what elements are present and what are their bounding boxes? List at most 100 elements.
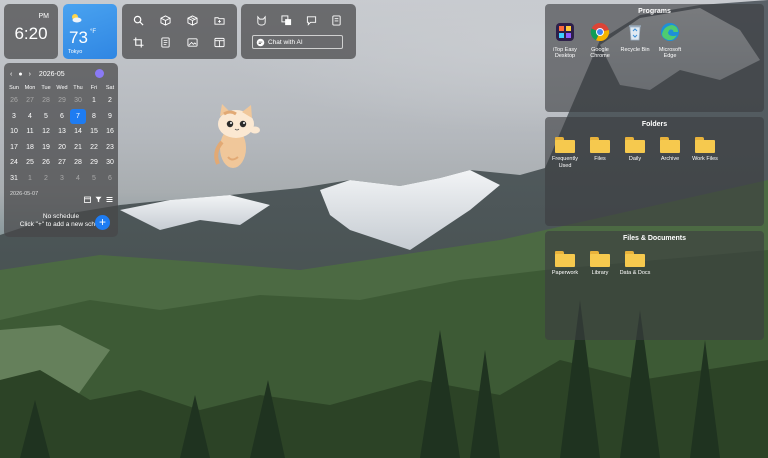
calendar-day[interactable]: 2 <box>102 93 118 109</box>
calendar-day[interactable]: 30 <box>70 93 86 109</box>
calendar-day-today[interactable]: 7 <box>70 108 86 124</box>
calendar-day[interactable]: 27 <box>54 155 70 171</box>
calendar-day[interactable]: 6 <box>54 109 70 125</box>
calendar-day[interactable]: 28 <box>38 93 54 109</box>
calendar-day[interactable]: 26 <box>6 93 22 109</box>
calendar-day[interactable]: 1 <box>22 171 38 187</box>
chat-bubble-icon[interactable] <box>304 13 318 27</box>
calendar-day[interactable]: 29 <box>54 93 70 109</box>
shortcut-microsoft-edge[interactable]: Microsoft Edge <box>653 22 687 60</box>
calendar-day[interactable]: 13 <box>54 124 70 140</box>
document-icon[interactable] <box>158 35 172 49</box>
programs-title: Programs <box>638 8 671 15</box>
quick-tools-panel <box>122 4 237 59</box>
calendar-day[interactable]: 21 <box>70 140 86 156</box>
calendar-day[interactable]: 20 <box>54 140 70 156</box>
calendar-day[interactable]: 25 <box>22 155 38 171</box>
calendar-day[interactable]: 9 <box>102 109 118 125</box>
calendar-day[interactable]: 16 <box>102 124 118 140</box>
folder-daily[interactable]: Daily <box>618 135 652 163</box>
calendar-day[interactable]: 2 <box>38 171 54 187</box>
calendar-day[interactable]: 15 <box>86 124 102 140</box>
shortcut-google-chrome[interactable]: Google Chrome <box>583 22 617 60</box>
clock-ampm: PM <box>38 13 50 20</box>
calendar-day[interactable]: 17 <box>6 140 22 156</box>
calendar-grid: Sun Mon Tue Wed Thu Fri Sat 26 27 28 29 30 1 2 3 4 5 6 7 8 9… <box>6 84 118 186</box>
chevron-right-icon[interactable]: › <box>29 71 31 78</box>
chat-with-ai-label: Chat with AI <box>268 38 303 46</box>
chat-with-ai-input[interactable]: Chat with AI <box>252 35 343 49</box>
calendar-month: 2026-05 <box>38 70 65 78</box>
calendar-day[interactable]: 24 <box>6 155 22 171</box>
cat-sticker-icon[interactable] <box>208 102 263 172</box>
folder-data-docs[interactable]: Data & Docs <box>618 249 652 277</box>
folder-icon <box>695 137 715 153</box>
shortcut-itop-easy-desktop[interactable]: iTop Easy Desktop <box>548 22 582 60</box>
menu-icon[interactable] <box>106 190 113 202</box>
calendar-icon[interactable] <box>84 190 91 203</box>
calendar-day[interactable]: 31 <box>6 171 22 187</box>
weekday-label: Mon <box>24 85 36 91</box>
calendar-day[interactable]: 10 <box>6 124 22 140</box>
filter-icon[interactable] <box>95 190 102 203</box>
calendar-day[interactable]: 3 <box>54 171 70 187</box>
shortcut-label: iTop Easy Desktop <box>553 46 577 60</box>
folder-icon <box>660 137 680 153</box>
calendar-day[interactable]: 19 <box>38 140 54 156</box>
search-icon[interactable] <box>131 13 145 27</box>
weekday-label: Fri <box>90 85 98 91</box>
calendar-day[interactable]: 4 <box>70 171 86 187</box>
cube-icon[interactable] <box>158 13 172 27</box>
folder-label: Data & Docs <box>619 270 651 276</box>
calendar-day[interactable]: 5 <box>38 109 54 125</box>
chevron-left-icon[interactable]: ‹ <box>10 71 12 78</box>
copy-icon[interactable] <box>279 13 293 27</box>
folder-archive[interactable]: Archive <box>653 135 687 163</box>
calendar-day[interactable]: 4 <box>22 109 38 125</box>
calendar-avatar[interactable] <box>95 69 104 78</box>
folder-label: Frequently Used <box>552 156 578 169</box>
weekday-label: Tue <box>41 85 51 91</box>
clock-widget[interactable]: PM 6:20 <box>4 4 58 59</box>
calendar-day[interactable]: 22 <box>86 140 102 156</box>
ai-chat-icon <box>256 38 265 47</box>
calendar-day[interactable]: 8 <box>86 109 102 125</box>
programs-fence: Programs iTop Easy Desktop Google Chrome… <box>545 4 764 112</box>
folder-frequently-used[interactable]: Frequently Used <box>548 135 582 169</box>
calendar-day[interactable]: 30 <box>102 155 118 171</box>
cat-icon[interactable] <box>254 13 268 27</box>
calendar-day[interactable]: 12 <box>38 124 54 140</box>
image-icon[interactable] <box>185 35 199 49</box>
folder-icon <box>555 137 575 153</box>
box-icon[interactable] <box>185 13 199 27</box>
folder-plus-icon[interactable] <box>212 13 226 27</box>
files-documents-title: Files & Documents <box>622 235 686 242</box>
shortcut-label: Google Chrome <box>590 46 610 60</box>
folder-label: Files <box>594 156 606 162</box>
calendar-day[interactable]: 27 <box>22 93 38 109</box>
calendar-day[interactable]: 23 <box>102 140 118 156</box>
calendar-day[interactable]: 29 <box>86 155 102 171</box>
calendar-day[interactable]: 5 <box>86 171 102 187</box>
today-dot-icon[interactable]: ● <box>18 71 22 78</box>
folder-work-files[interactable]: Work Files <box>688 135 722 163</box>
shortcut-recycle-bin[interactable]: Recycle Bin <box>618 22 652 53</box>
calendar-day[interactable]: 18 <box>22 140 38 156</box>
calendar-day[interactable]: 26 <box>38 155 54 171</box>
clock-time: 6:20 <box>14 24 48 43</box>
window-icon[interactable] <box>212 35 226 49</box>
note-icon[interactable] <box>329 13 343 27</box>
folder-label: Archive <box>660 156 680 162</box>
calendar-day[interactable]: 6 <box>102 171 118 187</box>
folder-library[interactable]: Library <box>583 249 617 277</box>
calendar-day[interactable]: 11 <box>22 124 38 140</box>
crop-icon[interactable] <box>131 35 145 49</box>
weather-widget[interactable]: 73 °F Tokyo <box>63 4 117 59</box>
calendar-day[interactable]: 14 <box>70 124 86 140</box>
folder-paperwork[interactable]: Paperwork <box>548 249 582 277</box>
calendar-day[interactable]: 3 <box>6 109 22 125</box>
folder-files[interactable]: Files <box>583 135 617 163</box>
calendar-day[interactable]: 1 <box>86 93 102 109</box>
add-schedule-button[interactable]: + <box>95 215 110 230</box>
calendar-day[interactable]: 28 <box>70 155 86 171</box>
